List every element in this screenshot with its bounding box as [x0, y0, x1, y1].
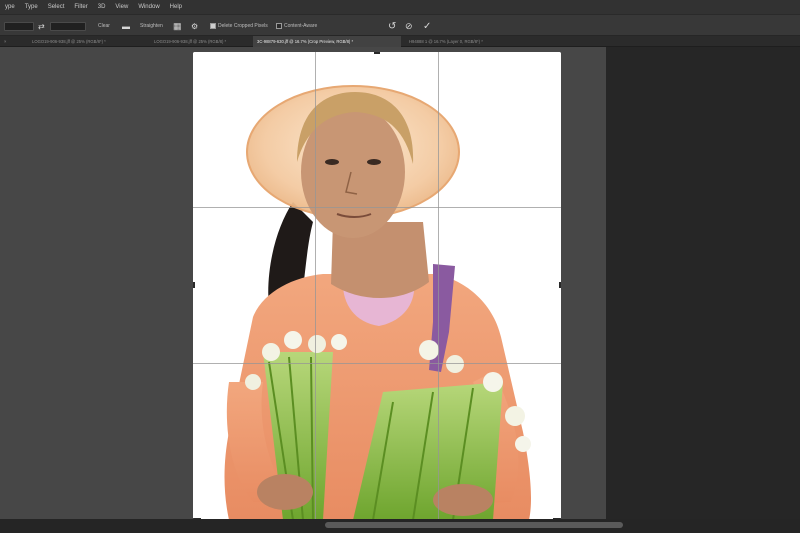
- horizontal-scrollbar[interactable]: [325, 522, 623, 528]
- options-bar: ⇄ Clear ▬ Straighten ▦ ⚙ Delete Cropped …: [0, 14, 800, 36]
- content-aware-label: Content-Aware: [284, 23, 318, 29]
- menu-window[interactable]: Window: [133, 4, 164, 10]
- tab-label: LOGO19-906-938.jff @ 25% (RGB/8) *: [154, 39, 227, 44]
- menu-image[interactable]: ype: [0, 4, 20, 10]
- right-panel-area: [606, 47, 800, 519]
- menu-type[interactable]: Type: [20, 4, 43, 10]
- menu-filter[interactable]: Filter: [69, 4, 92, 10]
- menu-3d[interactable]: 3D: [93, 4, 111, 10]
- reset-icon[interactable]: ↺: [388, 15, 396, 37]
- checkbox-unchecked-icon: [276, 23, 282, 29]
- content-aware-checkbox[interactable]: Content-Aware: [276, 15, 317, 37]
- crop-grid-line-vertical: [438, 52, 439, 520]
- ratio-field-left[interactable]: [4, 15, 34, 37]
- crop-grid-line-vertical: [315, 52, 316, 520]
- crop-grid-line-horizontal: [193, 363, 561, 364]
- tab-label: H94888 1 @ 16.7% (Layer 0, RGB/8*) *: [409, 39, 483, 44]
- tab-document-4[interactable]: H94888 1 @ 16.7% (Layer 0, RGB/8*) *: [405, 36, 525, 47]
- clear-label: Clear: [98, 23, 110, 29]
- cancel-icon[interactable]: ⊘: [405, 15, 413, 37]
- portrait-photo: [193, 52, 561, 520]
- straighten-button[interactable]: Straighten: [140, 15, 163, 37]
- tab-close-fragment[interactable]: ×: [0, 36, 14, 47]
- swap-icon[interactable]: ⇄: [38, 15, 45, 37]
- tab-document-active[interactable]: 3C-98879-630.jff @ 16.7% (Crop Preview, …: [253, 36, 401, 47]
- menu-view[interactable]: View: [110, 4, 133, 10]
- menu-help[interactable]: Help: [165, 4, 187, 10]
- crop-grid-line-horizontal: [193, 207, 561, 208]
- straighten-label: Straighten: [140, 23, 163, 29]
- grid-overlay-icon[interactable]: ▦: [173, 15, 182, 37]
- checkbox-checked-icon: [210, 23, 216, 29]
- crop-preview-canvas[interactable]: [193, 52, 561, 520]
- tab-label: LOGO19-906-938.jff @ 25% (RGB/8*) *: [32, 39, 106, 44]
- ratio-field-right[interactable]: [50, 15, 86, 37]
- delete-cropped-label: Delete Cropped Pixels: [218, 23, 268, 29]
- tab-label: 3C-98879-630.jff @ 16.7% (Crop Preview, …: [257, 39, 354, 44]
- document-tab-bar: × LOGO19-906-938.jff @ 25% (RGB/8*) * LO…: [0, 36, 800, 47]
- tab-document-1[interactable]: LOGO19-906-938.jff @ 25% (RGB/8*) *: [28, 36, 146, 47]
- straighten-icon[interactable]: ▬: [122, 15, 130, 37]
- tab-label: ×: [4, 39, 7, 44]
- menu-bar: ype Type Select Filter 3D View Window He…: [0, 0, 800, 14]
- crop-handle-right[interactable]: [559, 282, 561, 288]
- crop-handle-top[interactable]: [374, 52, 380, 54]
- commit-check-icon[interactable]: ✓: [423, 15, 431, 37]
- clear-button[interactable]: Clear: [98, 15, 110, 37]
- delete-cropped-pixels-checkbox[interactable]: Delete Cropped Pixels: [210, 15, 268, 37]
- gear-icon[interactable]: ⚙: [191, 15, 198, 37]
- tab-document-2[interactable]: LOGO19-906-938.jff @ 25% (RGB/8) *: [150, 36, 250, 47]
- crop-handle-left[interactable]: [193, 282, 195, 288]
- menu-select[interactable]: Select: [43, 4, 70, 10]
